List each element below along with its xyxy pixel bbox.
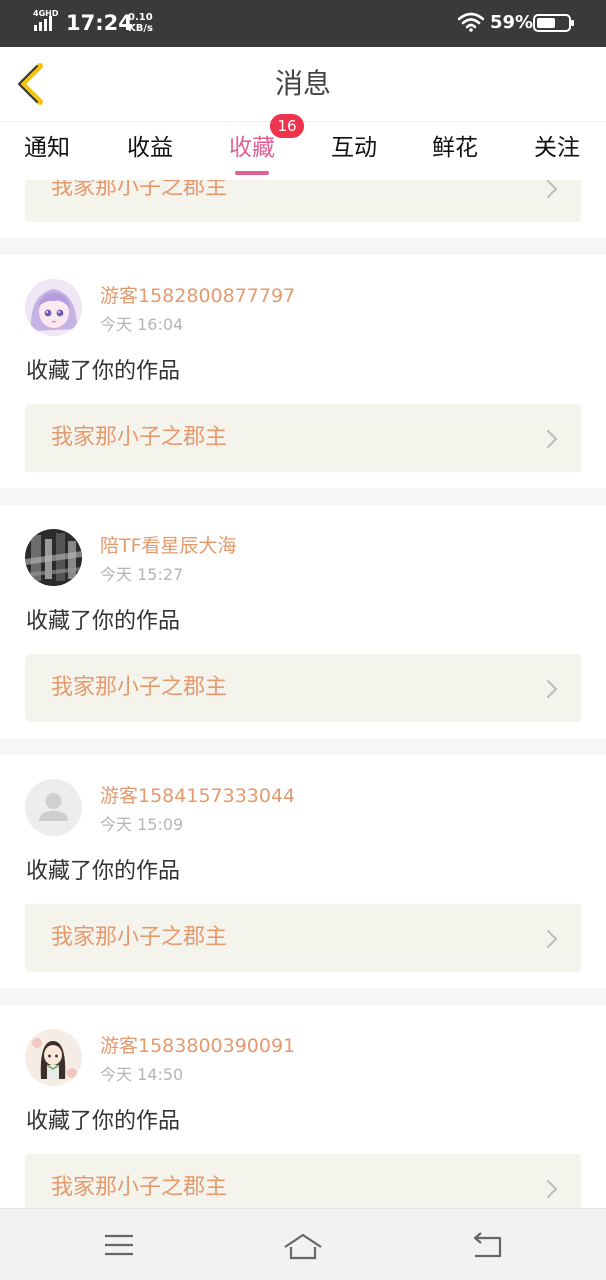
tab-follow[interactable]: 关注 bbox=[534, 130, 580, 170]
chevron-right-icon bbox=[547, 430, 558, 448]
work-link[interactable]: 我家那小子之郡主 bbox=[25, 1154, 581, 1208]
username[interactable]: 游客1582800877797 bbox=[100, 283, 295, 309]
network-speed: 0.10 KB/s bbox=[128, 12, 153, 34]
action-text: 收藏了你的作品 bbox=[26, 1109, 181, 1134]
message-card-partial: 我家那小子之郡主 bbox=[0, 180, 606, 238]
speed-value: 0.10 bbox=[128, 12, 153, 23]
work-title: 我家那小子之郡主 bbox=[51, 675, 228, 700]
system-nav-bar bbox=[0, 1208, 606, 1280]
timestamp: 今天 14:50 bbox=[100, 1065, 184, 1084]
user-avatar[interactable] bbox=[25, 279, 82, 336]
default-user-avatar-icon bbox=[25, 779, 82, 836]
status-bar: 4GHD 17:24 0.10 KB/s 59% bbox=[0, 0, 606, 47]
username[interactable]: 游客1584157333044 bbox=[100, 783, 295, 809]
action-text: 收藏了你的作品 bbox=[26, 609, 181, 634]
message-card: 游客1584157333044 今天 15:09 收藏了你的作品 我家那小子之郡… bbox=[0, 755, 606, 988]
work-title: 我家那小子之郡主 bbox=[51, 925, 228, 950]
active-tab-indicator bbox=[235, 171, 269, 175]
work-link[interactable]: 我家那小子之郡主 bbox=[25, 404, 581, 472]
menu-icon[interactable] bbox=[99, 1227, 139, 1263]
battery-icon bbox=[533, 14, 574, 32]
tab-notification[interactable]: 通知 bbox=[24, 130, 70, 170]
timestamp: 今天 15:27 bbox=[100, 565, 184, 584]
work-title: 我家那小子之郡主 bbox=[51, 180, 228, 200]
user-avatar[interactable] bbox=[25, 529, 82, 586]
back-icon[interactable] bbox=[467, 1227, 507, 1263]
chevron-right-icon bbox=[547, 680, 558, 698]
tab-bar: 通知 收益 收藏 16 互动 鲜花 关注 bbox=[0, 114, 606, 180]
photo-avatar-icon bbox=[25, 529, 82, 586]
wifi-icon bbox=[458, 12, 484, 32]
action-text: 收藏了你的作品 bbox=[26, 859, 181, 884]
app-header: 消息 bbox=[0, 47, 606, 121]
signal-icon bbox=[34, 16, 52, 31]
timestamp: 今天 15:09 bbox=[100, 815, 184, 834]
user-avatar[interactable] bbox=[25, 1029, 82, 1086]
favorites-count-badge: 16 bbox=[270, 114, 304, 138]
page-title: 消息 bbox=[274, 67, 331, 100]
speed-unit: KB/s bbox=[128, 23, 153, 34]
anime-girl-avatar-icon bbox=[25, 279, 82, 336]
username[interactable]: 陪TF看星辰大海 bbox=[100, 533, 237, 559]
tab-flowers[interactable]: 鲜花 bbox=[432, 130, 478, 170]
work-title: 我家那小子之郡主 bbox=[51, 425, 228, 450]
battery-percent: 59% bbox=[490, 12, 534, 33]
work-title: 我家那小子之郡主 bbox=[51, 1175, 228, 1200]
chevron-right-icon bbox=[547, 930, 558, 948]
work-link[interactable]: 我家那小子之郡主 bbox=[25, 904, 581, 972]
timestamp: 今天 16:04 bbox=[100, 315, 184, 334]
work-link[interactable]: 我家那小子之郡主 bbox=[25, 654, 581, 722]
username[interactable]: 游客1583800390091 bbox=[100, 1033, 295, 1059]
chibi-girl-avatar-icon bbox=[25, 1029, 82, 1086]
tab-interaction[interactable]: 互动 bbox=[331, 130, 377, 170]
message-card: 游客1582800877797 今天 16:04 收藏了你的作品 我家那小子之郡… bbox=[0, 255, 606, 488]
action-text: 收藏了你的作品 bbox=[26, 359, 181, 384]
home-icon[interactable] bbox=[283, 1227, 323, 1263]
work-link[interactable]: 我家那小子之郡主 bbox=[25, 180, 581, 222]
tab-earnings[interactable]: 收益 bbox=[127, 130, 173, 170]
message-card: 陪TF看星辰大海 今天 15:27 收藏了你的作品 我家那小子之郡主 bbox=[0, 505, 606, 738]
message-list[interactable]: 我家那小子之郡主 游客1582800877797 今天 16:04 收藏了你的作… bbox=[0, 180, 606, 1208]
chevron-right-icon bbox=[547, 180, 558, 198]
chevron-right-icon bbox=[547, 1180, 558, 1198]
clock: 17:24 bbox=[66, 11, 133, 35]
user-avatar[interactable] bbox=[25, 779, 82, 836]
tab-favorites[interactable]: 收藏 bbox=[229, 130, 275, 170]
message-card: 游客1583800390091 今天 14:50 收藏了你的作品 我家那小子之郡… bbox=[0, 1005, 606, 1208]
